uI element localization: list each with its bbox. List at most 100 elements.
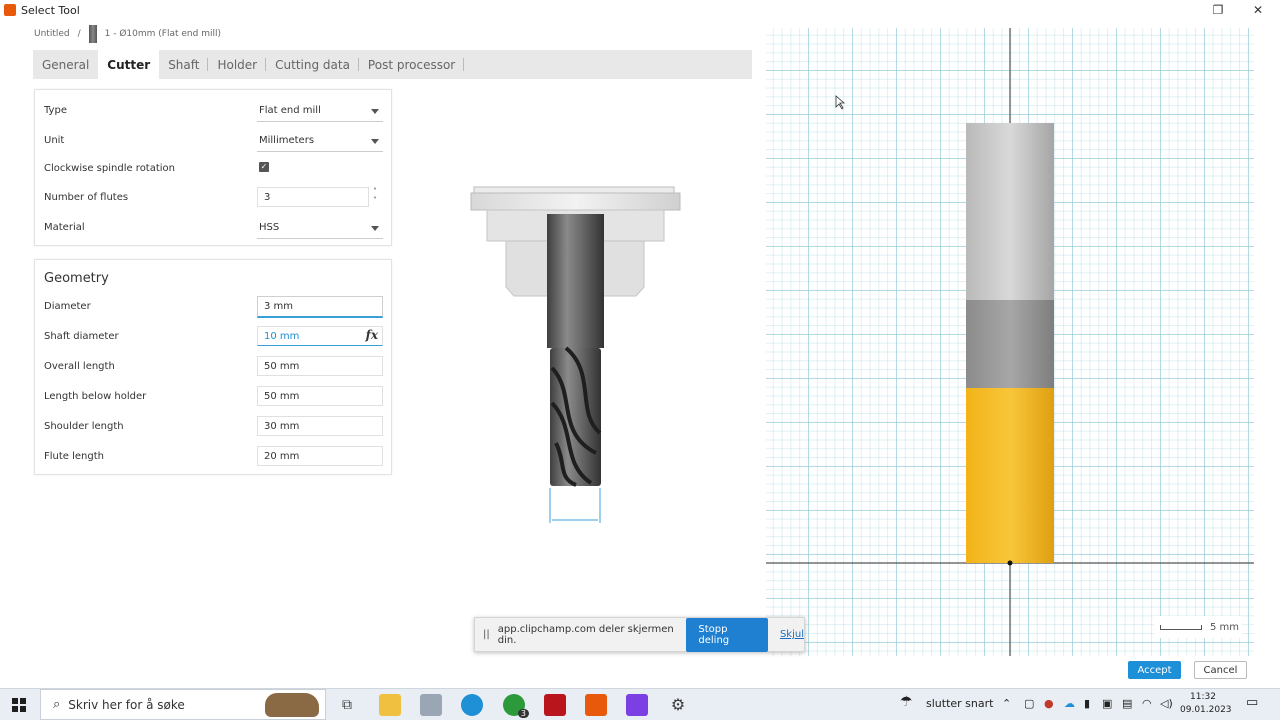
accept-button[interactable]: Accept [1128, 661, 1181, 679]
clock[interactable]: 11:32 09.01.2023 [1180, 691, 1232, 717]
unit-row: Unit Millimeters [35, 130, 391, 154]
shoulder-length-row: Shoulder length 30 mm [35, 416, 391, 440]
chevron-down-icon [371, 226, 379, 231]
clock-time: 11:32 [1190, 692, 1216, 702]
flutes-input[interactable]: 3 [257, 187, 369, 207]
tab-cutter-label: Cutter [107, 57, 151, 72]
unit-value: Millimeters [259, 135, 315, 146]
tab-bar: General Cutter Shaft Holder Cutting data… [33, 50, 752, 79]
cancel-button[interactable]: Cancel [1194, 661, 1247, 679]
tab-general[interactable]: General [33, 50, 98, 79]
tray-network-app-icon[interactable]: ▤ [1122, 697, 1132, 710]
material-label: Material [44, 222, 85, 233]
clockwise-row: Clockwise spindle rotation ✓ [35, 158, 391, 182]
chevron-down-icon [371, 139, 379, 144]
tray-screen-icon[interactable]: ▣ [1102, 697, 1112, 710]
tab-holder[interactable]: Holder [208, 50, 267, 79]
type-row: Type Flat end mill [35, 100, 391, 124]
tab-shaft[interactable]: Shaft [159, 50, 209, 79]
shoulder-length-label: Shoulder length [44, 421, 124, 432]
search-icon: ⌕ [53, 697, 61, 712]
overall-length-input[interactable]: 50 mm [257, 356, 383, 376]
onedrive-icon[interactable]: ☁ [1064, 697, 1075, 710]
settings-gear-icon[interactable]: ⚙ [667, 694, 689, 716]
diameter-input[interactable]: 3 mm [257, 296, 383, 318]
breadcrumb-separator: / [77, 29, 81, 39]
chevron-up-icon[interactable]: ⌃ [1002, 697, 1011, 710]
flute-render [550, 346, 602, 487]
type-value: Flat end mill [259, 105, 321, 116]
file-explorer-icon[interactable] [379, 694, 401, 716]
breadcrumb-document[interactable]: Untitled [34, 29, 70, 39]
formula-icon[interactable]: fx [366, 328, 378, 342]
tab-cutter[interactable]: Cutter [98, 50, 160, 79]
scale-bar-icon [1160, 624, 1202, 630]
mouse-cursor-icon [835, 95, 846, 110]
type-select[interactable]: Flat end mill [257, 100, 383, 122]
material-value: HSS [259, 222, 280, 233]
notification-icon[interactable]: ▭ [1246, 695, 1258, 710]
tray-device-icon[interactable]: ▢ [1024, 697, 1034, 710]
tray-app-icon[interactable]: ● [1044, 697, 1054, 710]
stop-sharing-button[interactable]: Stopp deling [686, 617, 768, 652]
edge-icon[interactable] [461, 694, 483, 716]
unit-label: Unit [44, 135, 65, 146]
flutes-stepper-icon[interactable]: ˄ ˅ [373, 187, 377, 205]
material-row: Material HSS [35, 217, 391, 241]
material-select[interactable]: HSS [257, 217, 383, 239]
cutter-panel: Type Flat end mill Unit Millimeters Cloc… [34, 89, 392, 246]
tab-post-processor-label: Post processor [367, 57, 456, 72]
tool-3d-preview [470, 186, 681, 523]
taskbar-search-box[interactable]: ⌕ Skriv her for å søke [40, 689, 326, 720]
chevron-down-icon [371, 109, 379, 114]
volume-icon[interactable]: ◁) [1160, 697, 1173, 710]
task-view-icon[interactable]: ⧉ [336, 694, 358, 716]
restore-button[interactable]: ❐ [1200, 0, 1236, 20]
diameter-label: Diameter [44, 301, 91, 312]
flute-length-input[interactable]: 20 mm [257, 446, 383, 466]
shaft-profile [966, 300, 1054, 388]
shoulder-length-input[interactable]: 30 mm [257, 416, 383, 436]
app-red-icon[interactable] [544, 694, 566, 716]
tab-divider [463, 58, 465, 71]
shaft-diameter-label: Shaft diameter [44, 331, 119, 342]
length-below-holder-row: Length below holder 50 mm [35, 386, 391, 410]
tray-usb-icon[interactable]: ▮ [1084, 697, 1090, 710]
diameter-row: Diameter 3 mm [35, 296, 391, 320]
unit-select[interactable]: Millimeters [257, 130, 383, 152]
windows-start-icon[interactable] [12, 698, 26, 712]
tab-cutting-data[interactable]: Cutting data [266, 50, 359, 79]
xbox-icon[interactable]: 3 [503, 694, 529, 718]
shaft-diameter-input[interactable]: 10 mm fx [257, 326, 383, 346]
clipchamp-icon[interactable] [626, 694, 648, 716]
title-bar: Select Tool ❐ ✕ [0, 0, 1280, 20]
clockwise-label: Clockwise spindle rotation [44, 163, 176, 174]
clockwise-checkbox[interactable]: ✓ [259, 162, 269, 172]
fusion-360-icon[interactable] [585, 694, 607, 716]
tab-shaft-label: Shaft [168, 57, 200, 72]
length-below-holder-label: Length below holder [44, 391, 147, 402]
overall-length-label: Overall length [44, 361, 115, 372]
breadcrumb: Untitled / 1 - Ø10mm (Flat end mill) [34, 25, 221, 43]
weather-icon[interactable]: ☂ [900, 694, 913, 710]
tool-thumbnail-icon [88, 25, 97, 43]
hide-link[interactable]: Skjul [780, 629, 804, 640]
store-icon[interactable] [420, 694, 442, 716]
tab-cutting-data-label: Cutting data [275, 57, 350, 72]
flute-profile [966, 388, 1054, 563]
geometry-panel: Geometry Diameter 3 mm Shaft diameter 10… [34, 259, 392, 475]
wifi-icon[interactable]: ◠ [1142, 697, 1152, 710]
flutes-row: Number of flutes 3 ˄ ˅ [35, 187, 391, 211]
close-button[interactable]: ✕ [1240, 0, 1276, 20]
flute-length-label: Flute length [44, 451, 104, 462]
tab-post-processor[interactable]: Post processor [359, 50, 465, 79]
origin-point [1007, 560, 1013, 566]
shaft-render [547, 214, 604, 348]
length-below-holder-input[interactable]: 50 mm [257, 386, 383, 406]
window-title: Select Tool [21, 3, 80, 17]
scale-indicator: 5 mm [1154, 616, 1242, 638]
shaft-diameter-row: Shaft diameter 10 mm fx [35, 326, 391, 350]
weather-text[interactable]: slutter snart [926, 697, 993, 710]
pause-icon[interactable]: || [483, 629, 490, 640]
tool-2d-drawing [766, 28, 1254, 656]
